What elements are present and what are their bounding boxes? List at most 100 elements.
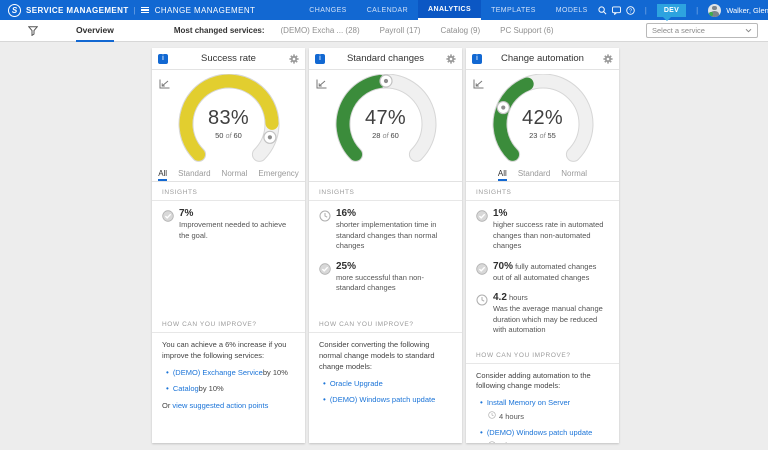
insights-label: INSIGHTS	[152, 182, 305, 201]
user-avatar[interactable]	[708, 3, 722, 17]
gauge-value: 42%	[522, 107, 563, 129]
help-icon[interactable]: ?	[626, 5, 635, 15]
card-header: i Standard changes	[309, 48, 462, 70]
insight-value-suffix: hours	[506, 293, 528, 302]
improve-link[interactable]: Catalog	[173, 384, 199, 395]
nav-item-calendar[interactable]: CALENDAR	[357, 0, 418, 20]
topbar-actions: ? | DEV | Walker, Glenn |	[598, 3, 768, 21]
improve-label: HOW CAN YOU IMPROVE?	[152, 314, 305, 333]
insight-text: shorter implementation time in standard …	[336, 220, 438, 250]
module-title: CHANGE MANAGEMENT	[154, 5, 256, 15]
service-chip-catalog-9[interactable]: Catalog (9)	[441, 26, 481, 35]
suggested-action-points-link[interactable]: view suggested action points	[172, 401, 268, 410]
bullet-icon: •	[323, 378, 326, 388]
gauge-section: 42% 23 of 55	[466, 70, 619, 166]
divider: |	[133, 5, 136, 15]
nav-item-changes[interactable]: CHANGES	[299, 0, 356, 20]
improve-link[interactable]: Install Memory on Server	[487, 398, 570, 409]
bullet-icon: •	[480, 428, 483, 437]
improve-label: HOW CAN YOU IMPROVE?	[309, 314, 462, 333]
info-icon[interactable]: i	[472, 53, 482, 64]
improve-footer: Or view suggested action points	[162, 401, 295, 412]
gauge-sub-label: 28 of 60	[372, 131, 399, 140]
gear-icon[interactable]	[446, 53, 456, 64]
gear-icon[interactable]	[289, 53, 299, 64]
insight-value: 25%	[336, 260, 357, 272]
nav-item-models[interactable]: MODELS	[546, 0, 598, 20]
service-chip-list: (DEMO) Excha ... (28) Payroll (17) Catalog…	[281, 26, 554, 35]
card-standard-changes: i Standard changes 47% 28 of 60 INSIGHTS 16% s…	[309, 48, 462, 443]
improve-link-suffix: by 10%	[198, 383, 224, 393]
check-circle-icon	[476, 208, 493, 252]
improve-link[interactable]: Oracle Upgrade	[330, 379, 383, 390]
insights-label: INSIGHTS	[466, 182, 619, 201]
improve-link[interactable]: (DEMO) Windows patch update	[487, 428, 592, 439]
gauge-section: 47% 28 of 60	[309, 70, 462, 166]
improve-list-item: • Catalog by 10%	[162, 383, 295, 395]
improve-link-list: • (DEMO) Exchange Service by 10% • Catalog …	[162, 367, 295, 395]
insight-value-suffix: fully automated changes	[513, 261, 597, 271]
analytics-toolbar: Overview Most changed services: (DEMO) E…	[0, 20, 768, 42]
duration-text: 4 hours	[499, 441, 524, 443]
insights-list: 1% higher success rate in automated chang…	[466, 201, 619, 345]
gear-icon[interactable]	[603, 53, 613, 64]
service-select[interactable]: Select a service	[646, 23, 758, 38]
improve-link[interactable]: (DEMO) Exchange Service	[173, 368, 263, 379]
filter-icon[interactable]	[28, 25, 38, 36]
service-chip-demo-excha-28[interactable]: (DEMO) Excha ... (28)	[281, 26, 360, 35]
gauge-sub-label: 50 of 60	[215, 131, 242, 140]
improve-link[interactable]: (DEMO) Windows patch update	[330, 395, 435, 406]
feedback-chat-icon[interactable]	[611, 5, 621, 15]
insight-item: 7% Improvement needed to achieve the goal…	[162, 208, 295, 241]
check-circle-icon	[319, 261, 336, 294]
clock-icon	[488, 411, 496, 423]
bullet-icon: •	[166, 383, 169, 393]
improve-intro: Consider converting the following normal…	[319, 340, 435, 371]
nav-item-templates[interactable]: TEMPLATES	[481, 0, 546, 20]
chevron-down-icon	[745, 28, 752, 33]
improve-link-row: • Catalog by 10%	[162, 383, 295, 395]
insight-value: 70% fully automated changes	[493, 260, 597, 272]
nav-item-analytics[interactable]: ANALYTICS	[418, 0, 482, 20]
bullet-icon: •	[323, 394, 326, 404]
user-menu[interactable]: Walker, Glenn	[726, 6, 768, 15]
menu-icon[interactable]	[140, 6, 149, 14]
card-title: Success rate	[201, 53, 256, 64]
improve-footer-prefix: Or	[162, 400, 173, 410]
insights-label: INSIGHTS	[309, 182, 462, 201]
improve-link-row: • (DEMO) Exchange Service by 10%	[162, 367, 295, 379]
bullet-icon: •	[480, 398, 483, 408]
insight-content: 1% higher success rate in automated chang…	[493, 208, 609, 252]
service-select-value: Select a service	[652, 26, 705, 35]
gauge: 83% 50 of 60	[169, 73, 289, 171]
info-icon[interactable]: i	[315, 53, 325, 64]
info-icon[interactable]: i	[158, 53, 168, 64]
tab-all[interactable]: All	[158, 169, 168, 181]
gauge-center-label: 83% 50 of 60	[169, 107, 289, 140]
gauge-center-label: 42% 23 of 55	[483, 107, 603, 140]
insight-content: 16% shorter implementation time in standa…	[336, 208, 452, 252]
improve-list-item: • (DEMO) Exchange Service by 10%	[162, 367, 295, 379]
improve-list-item: • Oracle Upgrade	[319, 378, 452, 390]
gauge-value: 83%	[208, 107, 249, 129]
improve-label: HOW CAN YOU IMPROVE?	[466, 345, 619, 364]
card-change-automation: i Change automation 42% 23 of 55 All Standard…	[466, 48, 619, 443]
improve-link-list: • Install Memory on Server 4 hours • (DEMO) …	[476, 397, 609, 443]
service-chip-payroll-17[interactable]: Payroll (17)	[380, 26, 421, 35]
clock-icon	[319, 208, 336, 252]
improve-section: Consider adding automation to the follow…	[466, 364, 619, 443]
bullet-icon: •	[166, 367, 169, 377]
improve-list-item: • (DEMO) Windows patch update	[319, 394, 452, 406]
primary-nav: CHANGES CALENDAR ANALYTICS TEMPLATES MODELS	[299, 0, 597, 20]
search-icon[interactable]	[598, 5, 607, 15]
insight-value: 7%	[179, 208, 194, 219]
environment-badge[interactable]: DEV	[656, 3, 687, 21]
insight-content: 7% Improvement needed to achieve the goal…	[179, 208, 295, 241]
insight-content: 70% fully automated changes out of all au…	[493, 261, 596, 284]
service-chip-pc-support-6[interactable]: PC Support (6)	[500, 26, 553, 35]
improve-link-row: • (DEMO) Windows patch update	[476, 427, 609, 439]
improve-intro: Consider adding automation to the follow…	[476, 370, 591, 391]
tab-overview[interactable]: Overview	[76, 20, 114, 42]
card-success-rate: i Success rate 83% 50 of 60 All Standard Norma…	[152, 48, 305, 443]
insight-item: 25% more successful than non-standard cha…	[319, 261, 452, 294]
